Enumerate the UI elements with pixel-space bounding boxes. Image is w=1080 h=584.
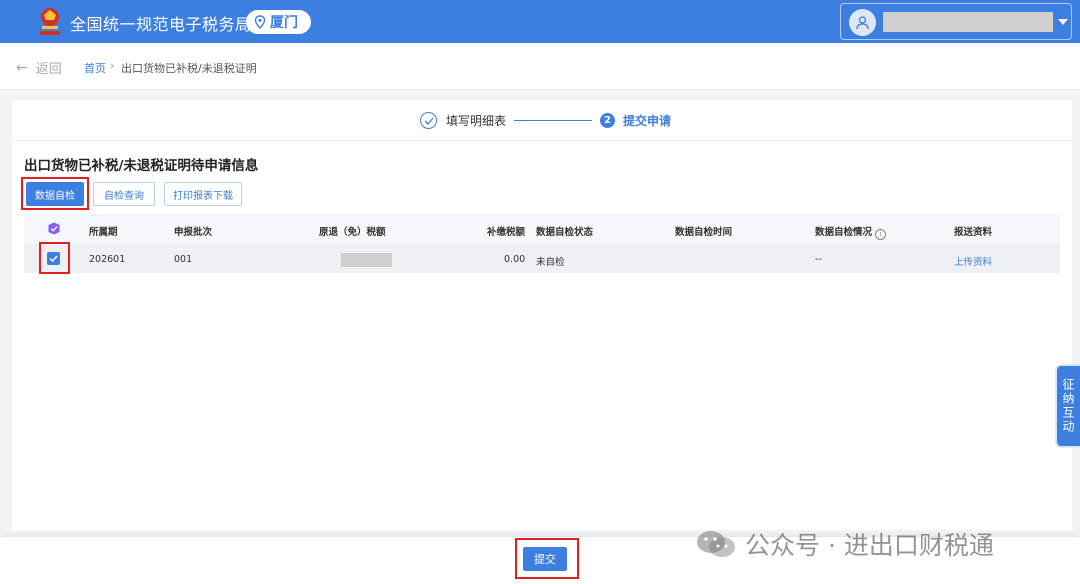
table-header: 所属期 申报批次 原退（免）税额 补缴税额 数据自检状态 数据自检时间 数据自检… bbox=[24, 214, 1060, 244]
col-header-period: 所属期 bbox=[89, 227, 118, 238]
cell-period: 202601 bbox=[89, 254, 126, 265]
tax-emblem-icon bbox=[40, 8, 60, 35]
col-header-original-refund: 原退（免）税额 bbox=[319, 227, 386, 238]
chevron-down-icon bbox=[1058, 19, 1068, 25]
site-title: 全国统一规范电子税务局 bbox=[70, 15, 252, 34]
step-connector bbox=[514, 120, 593, 121]
upload-docs-link[interactable]: 上传资料 bbox=[954, 254, 992, 268]
cell-batch: 001 bbox=[174, 254, 193, 265]
submit-button[interactable]: 提交 bbox=[523, 547, 567, 571]
cell-check-status: 未自检 bbox=[536, 257, 565, 268]
step-2-label: 提交申请 bbox=[623, 114, 672, 128]
step-1-label: 填写明细表 bbox=[446, 114, 507, 128]
step-2-number: 2 bbox=[600, 113, 616, 128]
col-header-supplementary-tax: 补缴税额 bbox=[487, 227, 526, 238]
progress-steps: 填写明细表 2 提交申请 bbox=[420, 112, 671, 129]
breadcrumb-current: 出口货物已补税/未退税证明 bbox=[121, 62, 257, 75]
breadcrumb-bar: ← 返回 首页 › 出口货物已补税/未退税证明 bbox=[0, 43, 1080, 90]
print-download-button[interactable]: 打印报表下载 bbox=[164, 182, 242, 206]
info-icon[interactable]: i bbox=[875, 229, 887, 240]
interaction-float-label: 征纳互动 bbox=[1061, 378, 1075, 434]
select-all-checkbox-icon[interactable] bbox=[48, 222, 60, 235]
back-label: 返回 bbox=[35, 62, 62, 77]
cell-check-situation: -- bbox=[815, 254, 822, 265]
back-button[interactable]: ← 返回 bbox=[16, 58, 62, 78]
row-checkbox[interactable] bbox=[47, 252, 60, 265]
location-pin-icon bbox=[254, 15, 266, 29]
self-check-button[interactable]: 数据自检 bbox=[26, 182, 84, 206]
check-circle-icon bbox=[420, 112, 437, 129]
col-header-check-time: 数据自检时间 bbox=[675, 227, 733, 238]
col-header-submit-docs: 报送资料 bbox=[954, 227, 993, 238]
user-name-masked bbox=[883, 12, 1053, 32]
arrow-left-icon: ← bbox=[16, 59, 28, 76]
cell-supplementary-tax: 0.00 bbox=[504, 254, 526, 265]
cell-original-refund-masked bbox=[341, 253, 392, 267]
divider bbox=[12, 140, 1072, 141]
breadcrumb-home-link[interactable]: 首页 bbox=[84, 60, 106, 76]
city-selector[interactable]: 厦门 bbox=[246, 10, 311, 34]
user-icon bbox=[849, 9, 876, 36]
breadcrumb-separator: › bbox=[110, 59, 115, 72]
table-row: 202601 001 0.00 未自检 -- 上传资料 bbox=[24, 244, 1060, 273]
user-menu[interactable] bbox=[840, 3, 1072, 40]
city-name: 厦门 bbox=[270, 15, 298, 31]
interaction-float-tab[interactable]: 征纳互动 bbox=[1057, 366, 1080, 446]
col-header-batch: 申报批次 bbox=[174, 227, 213, 238]
top-header: 全国统一规范电子税务局 厦门 bbox=[0, 0, 1080, 43]
section-title: 出口货物已补税/未退税证明待申请信息 bbox=[24, 158, 259, 174]
col-header-check-situation-label: 数据自检情况 bbox=[815, 227, 873, 238]
col-header-check-status: 数据自检状态 bbox=[536, 227, 594, 238]
col-header-check-situation: 数据自检情况 i bbox=[815, 224, 887, 240]
check-query-button[interactable]: 自检查询 bbox=[93, 182, 155, 206]
